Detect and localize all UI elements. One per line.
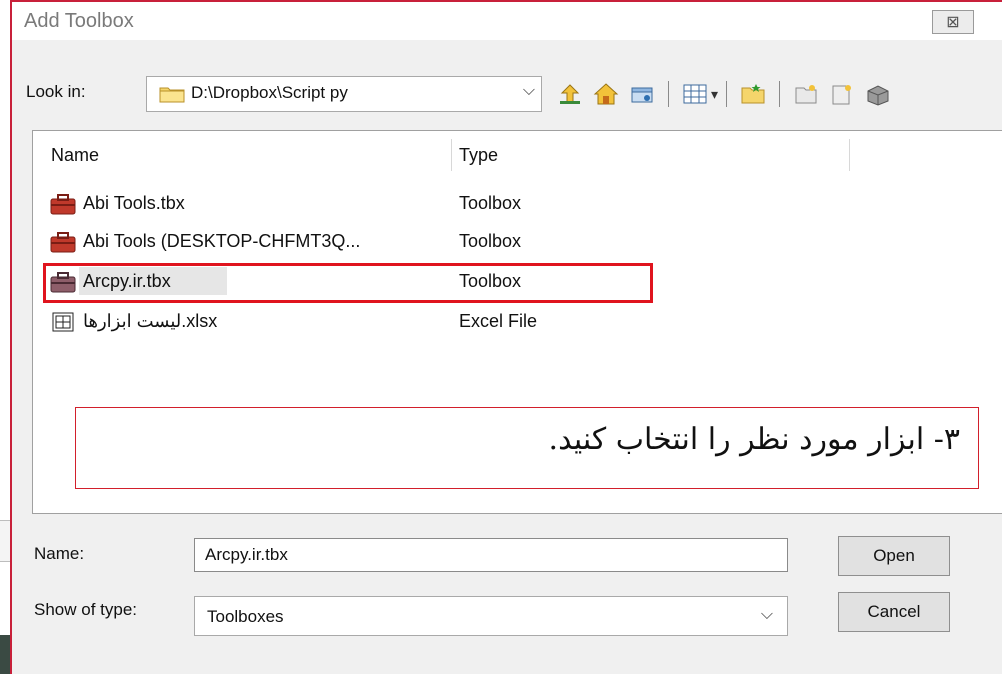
folder-icon: [159, 87, 185, 103]
chevron-down-icon[interactable]: ⌵: [761, 606, 773, 624]
name-label: Name:: [34, 544, 85, 563]
list-item[interactable]: لیست ابزارها.xlsx Excel File: [43, 305, 643, 339]
new-file-icon: [832, 85, 852, 105]
new-folder-button[interactable]: [738, 79, 768, 109]
list-item[interactable]: Abi Tools.tbx Toolbox: [43, 187, 643, 221]
navigation-toolbar: ▾: [552, 76, 896, 112]
connect-folder-button[interactable]: [627, 79, 657, 109]
home-icon: [593, 83, 619, 105]
toolbox-icon: [867, 85, 889, 106]
file-name: لیست ابزارها.xlsx: [83, 311, 218, 331]
column-header-name[interactable]: Name: [51, 145, 99, 166]
cancel-button[interactable]: Cancel: [838, 592, 950, 632]
up-one-level-icon: [560, 84, 580, 104]
look-in-combobox[interactable]: D:\Dropbox\Script py ⌵: [146, 76, 542, 112]
toolbox-icon: [50, 194, 76, 215]
instruction-annotation: ۳- ابزار مورد نظر را انتخاب کنید.: [75, 407, 979, 489]
toolbar-separator: [726, 81, 728, 107]
file-type: Excel File: [459, 311, 538, 331]
new-toolbox-icon: [795, 85, 817, 104]
file-list[interactable]: Name Type Abi Tools.tbx Toolbox Abi Tool…: [32, 130, 1002, 514]
view-dropdown-icon[interactable]: ▾: [711, 86, 718, 103]
new-toolbox-button[interactable]: [791, 79, 821, 109]
connect-folder-icon: [631, 87, 653, 103]
selection-annotation-box: [43, 263, 653, 303]
show-of-type-value: Toolboxes: [207, 607, 284, 626]
list-item[interactable]: Abi Tools (DESKTOP-CHFMT3Q... Toolbox: [43, 225, 643, 259]
column-separator[interactable]: [451, 139, 452, 171]
file-type: Toolbox: [459, 231, 522, 251]
file-name: Abi Tools (DESKTOP-CHFMT3Q...: [83, 231, 361, 251]
look-in-label: Look in:: [26, 82, 86, 101]
close-button[interactable]: ⊠: [932, 10, 974, 34]
instruction-text: ۳- ابزار مورد نظر را انتخاب کنید.: [548, 422, 960, 457]
close-icon: ⊠: [946, 14, 960, 31]
toolbar-separator: [779, 81, 781, 107]
new-folder-icon: [741, 84, 765, 104]
toolbar-separator: [668, 81, 669, 107]
open-button[interactable]: Open: [838, 536, 950, 576]
toolbox-button[interactable]: [863, 79, 893, 109]
toolbox-icon: [50, 232, 76, 253]
name-field[interactable]: [194, 538, 788, 572]
new-file-button[interactable]: [827, 79, 857, 109]
excel-file-icon: [52, 312, 74, 332]
chevron-down-icon[interactable]: ⌵: [523, 82, 535, 100]
view-list-icon: [683, 84, 707, 104]
file-type: Toolbox: [459, 193, 522, 213]
column-header-type[interactable]: Type: [459, 145, 498, 166]
file-name: Abi Tools.tbx: [83, 193, 185, 213]
show-of-type-label: Show of type:: [34, 600, 138, 619]
column-separator[interactable]: [849, 139, 850, 171]
add-toolbox-dialog: Add Toolbox ⊠ Look in: D:\Dropbox\Script…: [10, 0, 1002, 674]
view-menu-button[interactable]: [680, 79, 710, 109]
up-one-level-button[interactable]: [555, 79, 585, 109]
look-in-path: D:\Dropbox\Script py: [191, 83, 348, 102]
dialog-title: Add Toolbox: [24, 10, 134, 32]
title-bar: Add Toolbox ⊠: [12, 2, 1002, 40]
home-button[interactable]: [591, 79, 621, 109]
show-of-type-select[interactable]: Toolboxes ⌵: [194, 596, 788, 636]
